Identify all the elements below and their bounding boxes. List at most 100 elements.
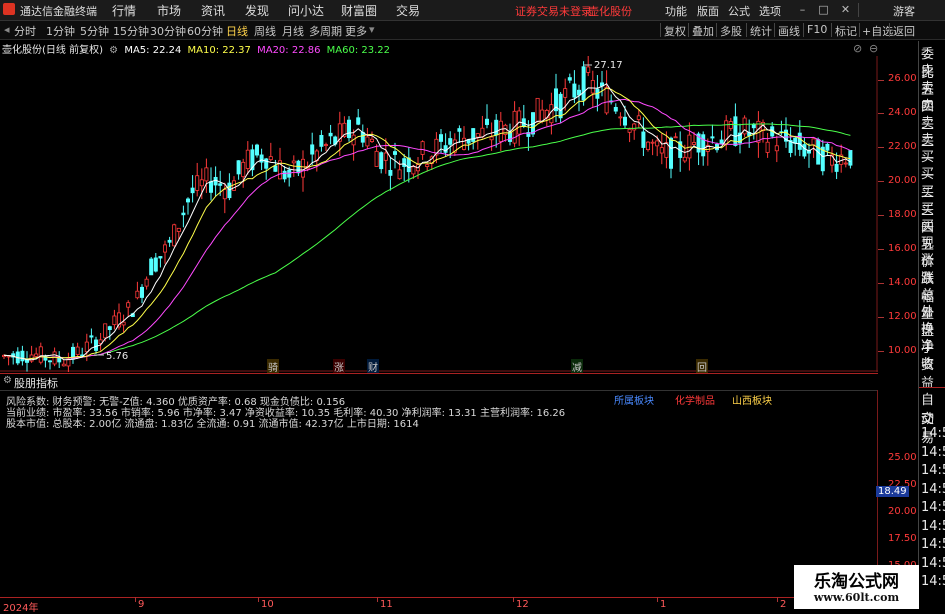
more-dropdown-icon[interactable]: ▾	[369, 23, 375, 36]
candle-body	[641, 131, 646, 148]
menu-function[interactable]: 功能	[665, 3, 687, 19]
adjust-button[interactable]: 复权	[664, 23, 686, 39]
sector-tag[interactable]: 山西板块	[732, 392, 772, 407]
chart-tools-icon[interactable]: ⊘	[853, 42, 862, 55]
overlay-button[interactable]: 叠加	[692, 23, 714, 39]
event-marker[interactable]: 财	[367, 359, 379, 374]
kline-chart[interactable]: 27.17 5.76	[0, 56, 878, 372]
menu-trade[interactable]: 交易	[396, 2, 420, 19]
candle-body	[20, 350, 25, 362]
event-marker[interactable]: 减	[571, 359, 583, 374]
candle-body	[356, 117, 361, 125]
quote-row-label: 收益	[921, 356, 935, 391]
toolbar-separator	[660, 23, 661, 37]
candle-body	[848, 150, 853, 166]
candle-body	[139, 286, 144, 298]
date-axis	[0, 597, 878, 610]
period-weekly[interactable]: 周线	[254, 23, 276, 39]
period-30min[interactable]: 30分钟	[150, 23, 186, 39]
candle-body	[126, 302, 131, 308]
candle-body	[282, 170, 287, 180]
menu-wealth[interactable]: 财富圈	[341, 2, 377, 19]
sector-tag[interactable]: 所属板块	[614, 392, 654, 407]
period-1min[interactable]: 1分钟	[46, 23, 75, 39]
app-logo-icon	[3, 3, 15, 15]
period-60min[interactable]: 60分钟	[187, 23, 223, 39]
event-marker[interactable]: 涨	[333, 359, 345, 374]
maximize-icon[interactable]: □	[818, 4, 829, 15]
candle-body	[563, 88, 568, 98]
f10-button[interactable]: F10	[807, 23, 827, 36]
price-label: 16.00	[888, 243, 917, 254]
event-marker[interactable]: 骑	[267, 359, 279, 374]
price-label: 18.00	[888, 209, 917, 220]
low-marker-label: 5.76	[106, 351, 128, 362]
candle-body	[774, 145, 779, 152]
high-marker-label: 27.17	[594, 60, 623, 71]
login-warning[interactable]: 证券交易未登录	[515, 3, 592, 19]
event-marker[interactable]: 回	[696, 359, 708, 374]
candle-body	[797, 132, 802, 150]
menu-news[interactable]: 资讯	[201, 2, 225, 19]
price-tick	[878, 249, 884, 250]
period-5min[interactable]: 5分钟	[80, 23, 109, 39]
menu-market[interactable]: 市场	[157, 2, 181, 19]
capital-line: 股本市值: 总股本: 2.00亿 流通盘: 1.83亿 全流通: 0.91 流通…	[6, 419, 419, 430]
candle-body	[558, 93, 563, 119]
candle-body	[153, 257, 158, 272]
period-15min[interactable]: 15分钟	[113, 23, 149, 39]
statistics-button[interactable]: 统计	[750, 23, 772, 39]
candle-body	[719, 139, 724, 145]
settings-icon[interactable]: ⚙	[109, 45, 118, 56]
menu-discover[interactable]: 发现	[245, 2, 269, 19]
candle-body	[259, 154, 264, 163]
candle-body	[420, 141, 425, 155]
indicator-settings-icon[interactable]: ⚙	[3, 375, 12, 386]
user-name[interactable]: 游客	[893, 3, 915, 19]
period-monthly[interactable]: 月线	[282, 23, 304, 39]
toolbar-separator	[746, 23, 747, 37]
candle-body	[158, 256, 163, 259]
date-label: 9	[138, 599, 145, 610]
ma60-line	[3, 123, 851, 360]
menu-ask[interactable]: 问小达	[288, 2, 324, 19]
candle-body	[360, 131, 365, 143]
candle-body	[273, 165, 278, 172]
candle-body	[646, 141, 651, 151]
price-tick	[878, 181, 884, 182]
candle-body	[701, 134, 706, 157]
period-daily[interactable]: 日线	[226, 23, 248, 39]
candle-body	[425, 164, 430, 167]
chart-collapse-icon[interactable]: ⊖	[869, 42, 878, 55]
candle-body	[365, 136, 370, 147]
menu-quotes[interactable]: 行情	[112, 2, 136, 19]
candle-body	[388, 169, 393, 176]
tick-time: 14:5	[921, 574, 945, 589]
period-more[interactable]: 更多	[345, 23, 367, 39]
menu-options[interactable]: 选项	[759, 3, 781, 19]
period-multi[interactable]: 多周期	[309, 23, 342, 39]
menu-layout[interactable]: 版面	[697, 3, 719, 19]
menu-formula[interactable]: 公式	[728, 3, 750, 19]
indicator-name[interactable]: 股朋指标	[14, 375, 58, 391]
sector-tag[interactable]: 化学制品	[675, 392, 715, 407]
tick-time: 14:5	[921, 463, 945, 478]
indicator-axis-label: 20.00	[888, 506, 917, 517]
indicator-axis-label: 25.00	[888, 452, 917, 463]
candle-body	[369, 138, 374, 142]
candle-body	[52, 351, 57, 365]
multi-stock-button[interactable]: 多股	[720, 23, 742, 39]
draw-line-button[interactable]: 画线	[778, 23, 800, 39]
close-icon[interactable]: ✕	[840, 4, 851, 15]
candle-body	[843, 162, 848, 165]
candle-body	[687, 134, 692, 159]
back-button[interactable]: 返回	[893, 23, 915, 39]
price-label: 20.00	[888, 175, 917, 186]
candlestick-series	[2, 56, 853, 372]
candle-body	[765, 141, 770, 153]
app-title: 通达信金融终端	[20, 5, 97, 18]
minimize-icon[interactable]: –	[797, 4, 808, 15]
candle-body	[379, 152, 384, 170]
period-intraday[interactable]: 分时	[14, 23, 36, 39]
mark-button[interactable]: 标记	[835, 23, 857, 39]
